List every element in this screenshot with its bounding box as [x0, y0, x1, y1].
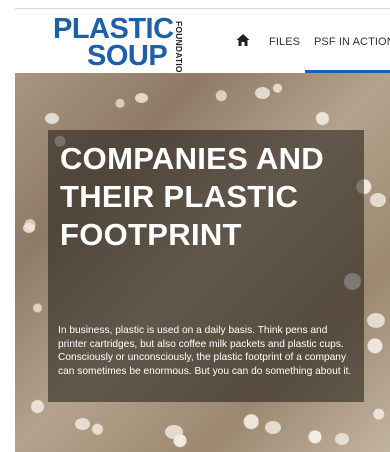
pebble [367, 313, 385, 328]
pebble [75, 418, 90, 430]
site-header: PLASTIC SOUP FOUNDATION FILES PSF IN ACT… [15, 9, 390, 79]
hero-banner: COMPANIES AND THEIR PLASTIC FOOTPRINT In… [15, 73, 390, 452]
hero-headline: COMPANIES AND THEIR PLASTIC FOOTPRINT [60, 141, 324, 252]
hero-text-panel: COMPANIES AND THEIR PLASTIC FOOTPRINT In… [48, 130, 364, 402]
pebble [135, 93, 148, 103]
pebble [165, 425, 183, 439]
main-nav: FILES PSF IN ACTION [15, 9, 390, 73]
pebble [255, 87, 270, 99]
home-icon[interactable] [236, 33, 250, 47]
pebble [265, 421, 281, 434]
nav-item-files[interactable]: FILES [269, 36, 300, 48]
pebble [23, 223, 35, 233]
pebble [370, 193, 386, 207]
pebble [45, 113, 59, 124]
hero-body-text: In business, plastic is used on a daily … [58, 325, 352, 377]
pebble [335, 433, 349, 445]
nav-item-psf-in-action[interactable]: PSF IN ACTION [314, 36, 390, 48]
